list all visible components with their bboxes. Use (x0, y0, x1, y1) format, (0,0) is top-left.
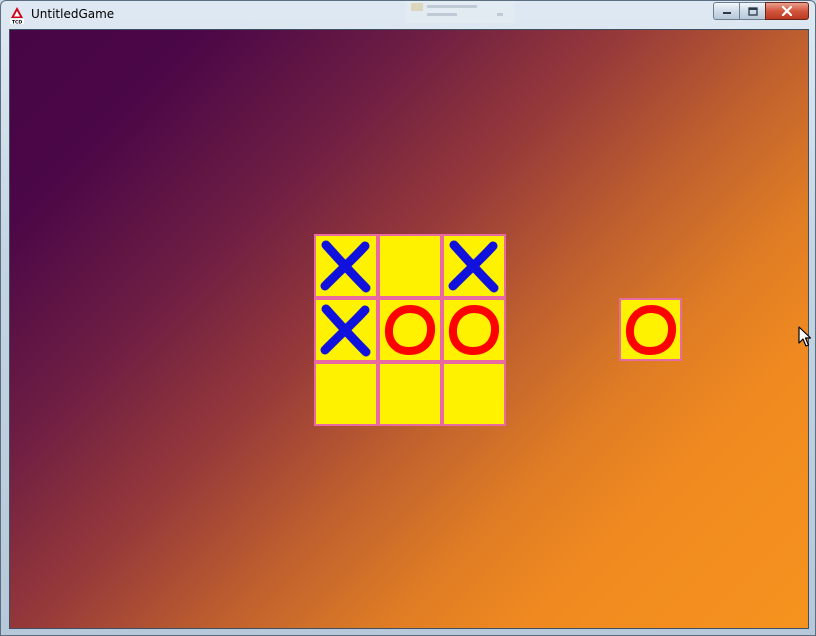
game-canvas[interactable] (9, 29, 809, 629)
board-cell-1-1[interactable] (378, 298, 442, 362)
board-cell-0-0[interactable] (314, 234, 378, 298)
x-mark-icon (448, 240, 499, 293)
minimize-button[interactable] (713, 2, 739, 20)
next-piece-preview[interactable] (619, 298, 682, 361)
tic-tac-toe-board (314, 234, 506, 426)
board-cell-2-1[interactable] (378, 362, 442, 426)
close-button[interactable] (765, 2, 809, 20)
title-bar[interactable]: TCD UntitledGame (1, 1, 815, 29)
background-window-ghost (405, 1, 515, 23)
o-mark-icon (384, 305, 436, 355)
o-mark-icon (625, 305, 677, 355)
svg-text:TCD: TCD (12, 20, 23, 25)
o-mark-icon (448, 305, 500, 355)
board-cell-0-2[interactable] (442, 234, 506, 298)
game-window: TCD UntitledGame (0, 0, 816, 636)
board-cell-1-2[interactable] (442, 298, 506, 362)
maximize-button[interactable] (739, 2, 765, 20)
board-cell-1-0[interactable] (314, 298, 378, 362)
window-title: UntitledGame (31, 7, 115, 21)
board-cell-2-2[interactable] (442, 362, 506, 426)
board-cell-2-0[interactable] (314, 362, 378, 426)
x-mark-icon (320, 304, 371, 357)
minimize-icon (722, 12, 731, 14)
x-mark-icon (320, 240, 371, 293)
maximize-icon (747, 6, 758, 16)
close-icon (781, 6, 793, 16)
tcd-logo-icon: TCD (10, 7, 24, 25)
window-controls (713, 2, 809, 20)
mouse-cursor-icon (798, 326, 812, 347)
board-cell-0-1[interactable] (378, 234, 442, 298)
